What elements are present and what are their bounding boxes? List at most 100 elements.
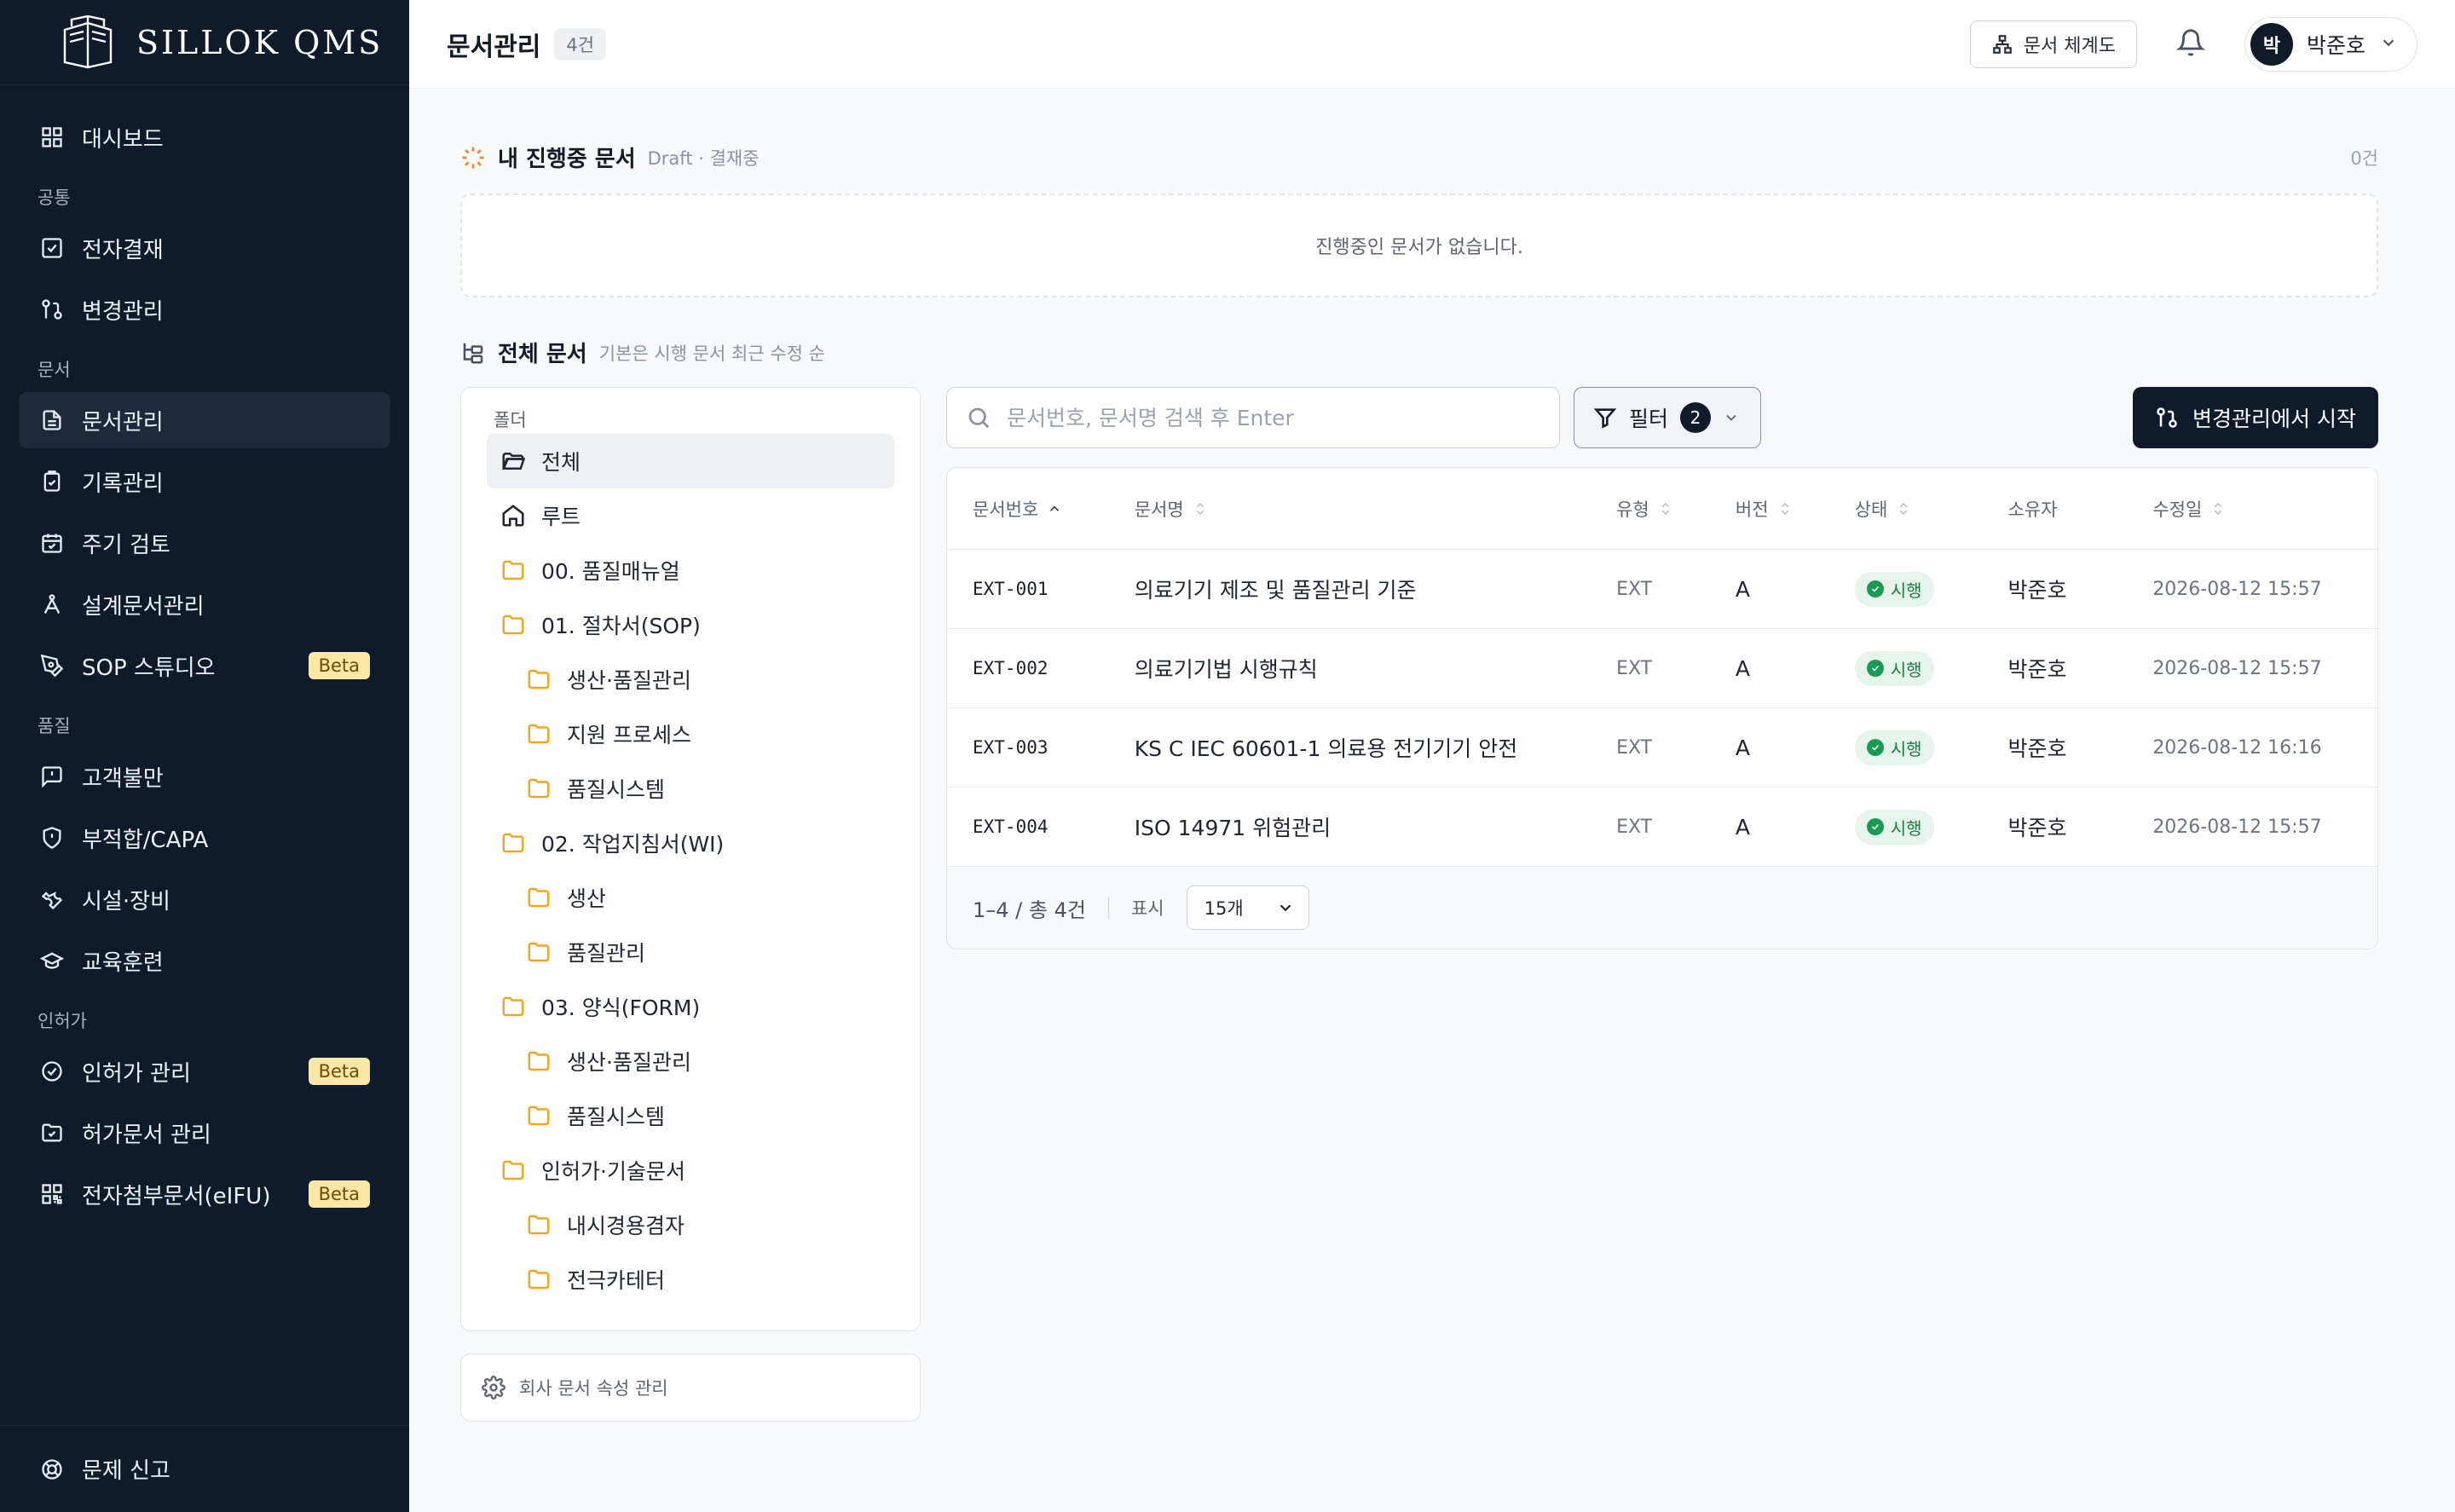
doc-name: KS C IEC 60601-1 의료용 전기기기 안전: [1134, 736, 1518, 761]
page-title: 문서관리: [447, 32, 541, 62]
folder-panel: 폴더 전체 루트 00. 품질매뉴얼 01. 절차서(SOP) 생산·품질관리 …: [460, 387, 921, 1331]
folder-electrode-catheter[interactable]: 전극카테터: [487, 1252, 894, 1307]
folder-quality-manual[interactable]: 00. 품질매뉴얼: [487, 543, 894, 597]
lifebuoy-icon: [39, 1457, 65, 1482]
col-modified[interactable]: 수정일: [2152, 496, 2377, 522]
sidebar-item-periodic-review[interactable]: 주기 검토: [19, 515, 390, 571]
search-input[interactable]: [1007, 405, 1552, 430]
nav-section-common: 공통: [38, 188, 71, 208]
table-header: 문서번호 문서명 유형 버전 상태 소유자 수정일: [947, 468, 2377, 550]
sidebar-item-label: 전자첨부문서(eIFU): [82, 1183, 271, 1209]
folder-form-qms[interactable]: 품질시스템: [487, 1088, 894, 1143]
doc-type: EXT: [1616, 657, 1653, 679]
folder-wi-qc[interactable]: 품질관리: [487, 925, 894, 979]
folder-wi-production[interactable]: 생산: [487, 870, 894, 925]
table-row[interactable]: EXT-004 ISO 14971 위험관리 EXT A 시행 박준호 2026…: [947, 788, 2377, 867]
sidebar-item-label: 변경관리: [82, 298, 164, 325]
user-menu[interactable]: 박 박준호: [2244, 16, 2417, 72]
sidebar-item-dashboard[interactable]: 대시보드: [19, 109, 390, 165]
col-label: 문서번호: [973, 499, 1039, 520]
bell-icon[interactable]: [2175, 28, 2206, 61]
folder-sop-support[interactable]: 지원 프로세스: [487, 707, 894, 761]
compass-icon: [39, 592, 65, 617]
folder-sop-production[interactable]: 생산·품질관리: [487, 652, 894, 707]
sidebar-item-complaints[interactable]: 고객불만: [19, 748, 390, 805]
sidebar-item-label: 기록관리: [82, 470, 164, 497]
folder-label: 폴더: [494, 410, 527, 430]
doc-toolbar: 필터 2 변경관리에서 시작: [946, 387, 2378, 448]
doc-no: EXT-001: [973, 579, 1048, 599]
doc-no: EXT-003: [973, 737, 1048, 758]
sidebar-item-sop-studio[interactable]: SOP 스튜디오 Beta: [19, 638, 390, 694]
report-issue-button[interactable]: 문제 신고: [19, 1441, 390, 1498]
folder-license-tech[interactable]: 인허가·기술문서: [487, 1143, 894, 1197]
sidebar-item-documents[interactable]: 문서관리: [19, 392, 390, 448]
sidebar-item-change[interactable]: 변경관리: [19, 281, 390, 338]
sidebar-item-records[interactable]: 기록관리: [19, 453, 390, 510]
folder-icon: [502, 833, 524, 853]
table-row[interactable]: EXT-001 의료기기 제조 및 품질관리 기준 EXT A 시행 박준호 2…: [947, 550, 2377, 629]
doc-hierarchy-label: 문서 체계도: [2023, 35, 2116, 57]
check-square-icon: [39, 235, 65, 261]
filter-count-badge: 2: [1680, 402, 1712, 433]
col-status[interactable]: 상태: [1855, 496, 2008, 522]
col-version[interactable]: 버전: [1736, 496, 1855, 522]
in-progress-subtitle: Draft · 결재중: [647, 147, 760, 169]
graduation-cap-icon: [39, 948, 65, 973]
company-attr-button[interactable]: 회사 문서 속성 관리: [460, 1353, 921, 1422]
folder-label: 00. 품질매뉴얼: [541, 559, 680, 584]
chevron-down-icon: [1279, 904, 1291, 912]
avatar: 박: [2250, 22, 2293, 66]
folder-label: 내시경용겸자: [567, 1214, 685, 1238]
nav-section-quality: 품질: [38, 716, 71, 736]
main-content: 내 진행중 문서 Draft · 결재중 0건 진행중인 문서가 없습니다. 전…: [460, 89, 2378, 1422]
col-doc-no[interactable]: 문서번호: [947, 496, 1135, 522]
folder-icon: [528, 778, 550, 799]
qr-code-icon: [39, 1181, 65, 1207]
brand[interactable]: SILLOK QMS: [0, 0, 409, 85]
folder-icon: [528, 669, 550, 690]
folder-form[interactable]: 03. 양식(FORM): [487, 979, 894, 1034]
sidebar-item-approval[interactable]: 전자결재: [19, 220, 390, 276]
status-label: 시행: [1890, 817, 1922, 839]
main-nav: 대시보드 공통 전자결재 변경관리 문서 문서관리 기록관리 주기 검토 설계문…: [0, 109, 409, 1222]
search-box: [946, 387, 1560, 448]
folder-sop-qms[interactable]: 품질시스템: [487, 761, 894, 816]
table-row[interactable]: EXT-002 의료기기법 시행규칙 EXT A 시행 박준호 2026-08-…: [947, 629, 2377, 708]
folder-sop[interactable]: 01. 절차서(SOP): [487, 597, 894, 652]
doc-version: A: [1735, 735, 1751, 760]
sidebar-item-equipment[interactable]: 시설·장비: [19, 871, 390, 927]
sidebar-item-eifu[interactable]: 전자첨부문서(eIFU) Beta: [19, 1166, 390, 1222]
status-badge: 시행: [1854, 650, 1934, 686]
all-docs-subtitle: 기본은 시행 문서 최근 수정 순: [598, 343, 825, 364]
filter-button[interactable]: 필터 2: [1574, 387, 1761, 448]
folder-endoscope-forceps[interactable]: 내시경용겸자: [487, 1197, 894, 1252]
doc-name: 의료기기 제조 및 품질관리 기준: [1134, 578, 1417, 603]
col-label: 수정일: [2152, 499, 2203, 520]
sitemap-icon: [1992, 34, 2012, 54]
folder-icon: [528, 1215, 550, 1235]
sidebar-item-license-mgmt[interactable]: 인허가 관리 Beta: [19, 1043, 390, 1099]
doc-version: A: [1735, 576, 1751, 602]
page-size-select[interactable]: 15개: [1186, 886, 1309, 930]
sidebar-item-permit-docs[interactable]: 허가문서 관리: [19, 1105, 390, 1161]
status-badge: 시행: [1854, 571, 1934, 607]
doc-hierarchy-button[interactable]: 문서 체계도: [1969, 20, 2137, 68]
col-label: 상태: [1854, 499, 1888, 520]
status-badge: 시행: [1854, 730, 1934, 765]
folder-all[interactable]: 전체: [487, 434, 894, 488]
start-from-change-button[interactable]: 변경관리에서 시작: [2133, 387, 2378, 448]
col-doc-name[interactable]: 문서명: [1135, 496, 1616, 522]
table-row[interactable]: EXT-003 KS C IEC 60601-1 의료용 전기기기 안전 EXT…: [947, 708, 2377, 788]
status-cell: 시행: [1854, 571, 2008, 607]
sidebar-item-training[interactable]: 교육훈련: [19, 932, 390, 989]
sort-icon: [1781, 502, 1788, 515]
folder-wi[interactable]: 02. 작업지침서(WI): [487, 816, 894, 870]
folder-form-production[interactable]: 생산·품질관리: [487, 1034, 894, 1088]
col-type[interactable]: 유형: [1616, 496, 1736, 522]
folder-root[interactable]: 루트: [487, 488, 894, 543]
check-icon: [1866, 818, 1884, 835]
wrench-icon: [39, 886, 65, 912]
sidebar-item-design-docs[interactable]: 설계문서관리: [19, 576, 390, 632]
sidebar-item-capa[interactable]: 부적합/CAPA: [19, 810, 390, 866]
